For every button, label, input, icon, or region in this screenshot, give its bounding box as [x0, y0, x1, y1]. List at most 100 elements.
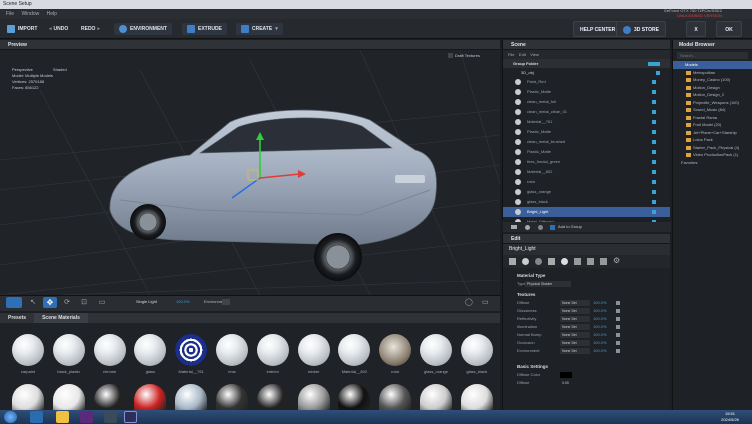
material-swatch[interactable]: [216, 334, 248, 366]
texture-strength[interactable]: 100.0%: [593, 299, 607, 307]
shading-select[interactable]: Shaded: [53, 67, 67, 72]
texture-slot[interactable]: None Set: [560, 308, 590, 314]
texture-options-icon[interactable]: [616, 309, 620, 313]
texture-slot[interactable]: None Set: [560, 316, 590, 322]
visibility-toggle[interactable]: [652, 110, 656, 114]
model-folder[interactable]: Jet+Plane+Car+Starship: [673, 129, 752, 137]
environment-button[interactable]: ENVIRONMENT: [114, 23, 172, 35]
preview-viewport[interactable]: [0, 50, 500, 295]
taskbar-folder-icon[interactable]: [56, 411, 69, 423]
material-swatch[interactable]: [93, 384, 126, 410]
model-folder[interactable]: Models: [673, 61, 752, 69]
model-search-input[interactable]: Search...: [677, 52, 748, 59]
redo-button[interactable]: REDO ▸: [76, 23, 105, 35]
model-folder[interactable]: Motion_Design_2: [673, 91, 752, 99]
rotate-icon[interactable]: ⟳: [61, 297, 73, 308]
visibility-toggle[interactable]: [652, 190, 656, 194]
visibility-toggle[interactable]: [652, 150, 656, 154]
diffuse-value[interactable]: 0.00: [560, 380, 590, 386]
environment-toggle[interactable]: [222, 299, 230, 305]
texture-options-icon[interactable]: [616, 325, 620, 329]
add-icon[interactable]: [550, 225, 555, 230]
scene-menu-file[interactable]: File: [508, 52, 514, 57]
texture-slot[interactable]: None Set: [560, 300, 590, 306]
visibility-toggle[interactable]: [648, 62, 660, 66]
texture-slot[interactable]: None Set: [560, 348, 590, 354]
taskbar-app-icon[interactable]: [30, 411, 43, 423]
material-swatch[interactable]: [216, 384, 248, 410]
ok-button[interactable]: OK: [716, 21, 742, 37]
texture-options-icon[interactable]: [616, 349, 620, 353]
scene-list-item[interactable]: tires_fractal_green: [503, 157, 670, 167]
texture-options-icon[interactable]: [616, 341, 620, 345]
model-folder[interactable]: Starter_Pack_Physical (4): [673, 144, 752, 152]
material-swatch[interactable]: [93, 334, 126, 366]
frame-icon[interactable]: ▭: [96, 297, 108, 308]
scene-list-item[interactable]: Plastic_Matte: [503, 87, 670, 97]
image-icon[interactable]: [509, 258, 516, 265]
scene-list-item[interactable]: Paint_Red: [503, 77, 670, 87]
scene-menu-view[interactable]: View: [530, 52, 539, 57]
material-swatch[interactable]: [297, 384, 330, 410]
texture-strength[interactable]: 100.0%: [593, 323, 607, 331]
camera-icon[interactable]: [6, 297, 22, 308]
taskbar-premiere-icon[interactable]: [80, 411, 93, 423]
scale-icon[interactable]: ⊡: [78, 297, 90, 308]
material-swatch[interactable]: [175, 334, 208, 366]
material-swatch[interactable]: [420, 334, 452, 366]
bulb-icon[interactable]: [561, 258, 568, 265]
scene-list-item[interactable]: Plastic_Matte: [503, 147, 670, 157]
visibility-toggle[interactable]: [652, 210, 656, 214]
shade-icon[interactable]: [535, 258, 542, 265]
texture-slot[interactable]: None Set: [560, 332, 590, 338]
tab-presets[interactable]: Presets: [0, 313, 34, 323]
scene-list-item[interactable]: Material__761: [503, 117, 670, 127]
texture-strength[interactable]: 100.0%: [593, 339, 607, 347]
texture-strength[interactable]: 100.0%: [593, 307, 607, 315]
material-icon[interactable]: [525, 225, 530, 230]
material-swatch[interactable]: [175, 384, 208, 410]
menu-window[interactable]: Window: [21, 11, 39, 17]
model-folder[interactable]: Fruit Model (20): [673, 121, 752, 129]
material-swatch[interactable]: [338, 384, 371, 410]
model-folder[interactable]: Sound_Music (84): [673, 106, 752, 114]
material-swatch[interactable]: [256, 334, 289, 366]
scene-list-item[interactable]: Bright_Light: [503, 207, 670, 217]
visibility-toggle[interactable]: [652, 100, 656, 104]
texture-options-icon[interactable]: [616, 333, 620, 337]
light-intensity[interactable]: 100.0%: [176, 299, 190, 304]
globe-icon[interactable]: ◯: [465, 297, 475, 308]
scene-list-item[interactable]: clean_metal_foil: [503, 97, 670, 107]
visibility-toggle[interactable]: [652, 120, 656, 124]
tab-scene-materials[interactable]: Scene Materials: [34, 313, 88, 323]
material-swatch[interactable]: [12, 384, 44, 410]
folder-icon[interactable]: [511, 225, 517, 229]
model-folder[interactable]: Favorites: [673, 159, 752, 167]
texture-options-icon[interactable]: [616, 301, 620, 305]
add-to-group-button[interactable]: Add to Group: [558, 224, 582, 229]
material-swatch[interactable]: [379, 334, 412, 366]
visibility-toggle[interactable]: [652, 170, 656, 174]
help-center-button[interactable]: HELP CENTER: [573, 21, 623, 37]
scene-list-item[interactable]: clean_metal_clean_01: [503, 107, 670, 117]
visibility-toggle[interactable]: [652, 160, 656, 164]
draft-textures-toggle[interactable]: Draft Textures: [448, 53, 480, 59]
visibility-toggle[interactable]: [652, 200, 656, 204]
scene-list-item[interactable]: clean_metal_brushed: [503, 137, 670, 147]
menu-file[interactable]: File: [6, 11, 14, 17]
material-swatch[interactable]: [460, 334, 493, 366]
select-arrow-icon[interactable]: ↖: [27, 297, 39, 308]
visibility-toggle[interactable]: [652, 130, 656, 134]
monitor-icon[interactable]: ▭: [482, 297, 494, 308]
model-folder[interactable]: Lotus Pack: [673, 136, 752, 144]
group-folder-row[interactable]: Group Folder: [503, 59, 670, 68]
material-swatch[interactable]: [52, 384, 85, 410]
material-swatch[interactable]: [297, 334, 330, 366]
texture-strength[interactable]: 100.0%: [593, 331, 607, 339]
move-icon[interactable]: ✥: [43, 297, 57, 308]
scene-menu-edit[interactable]: Edit: [519, 52, 526, 57]
scene-list-item[interactable]: Material__802: [503, 167, 670, 177]
material-swatch[interactable]: [12, 334, 44, 366]
visibility-toggle[interactable]: [656, 71, 660, 75]
visibility-toggle[interactable]: [652, 180, 656, 184]
